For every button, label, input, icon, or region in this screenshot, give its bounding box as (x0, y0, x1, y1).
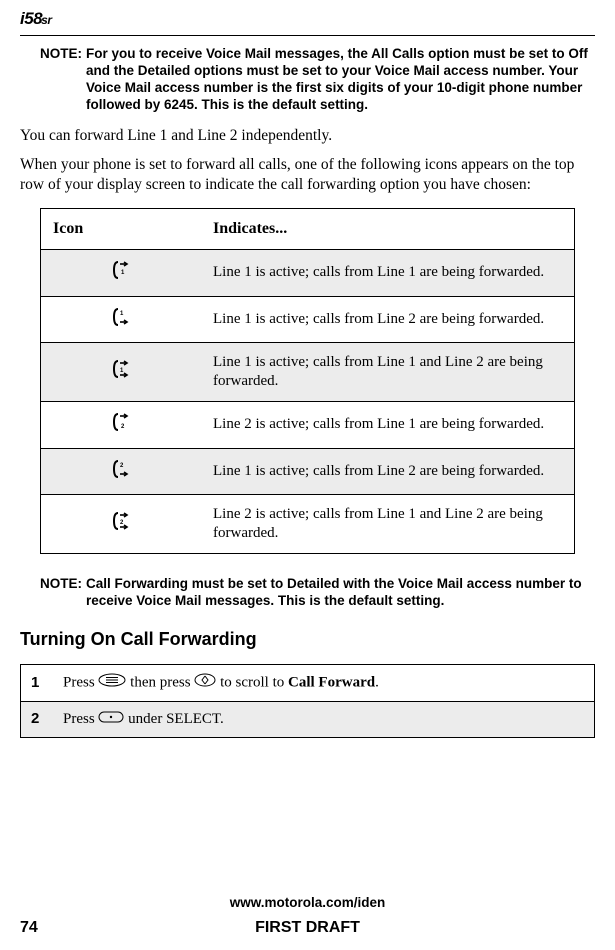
note-block-1: NOTE: For you to receive Voice Mail mess… (40, 46, 595, 114)
table-cell-desc: Line 1 is active; calls from Line 1 are … (201, 249, 574, 296)
note-label: NOTE: (40, 46, 86, 114)
icon-table-header-icon: Icon (41, 209, 201, 250)
footer-url: www.motorola.com/iden (0, 895, 615, 912)
table-cell-desc: Line 2 is active; calls from Line 1 are … (201, 401, 574, 448)
table-row: 1 Line 1 is active; calls from Line 1 an… (41, 343, 574, 402)
step-number: 1 (21, 665, 53, 701)
model-prefix: i58 (20, 9, 42, 28)
step-number: 2 (21, 701, 53, 736)
table-cell-desc: Line 1 is active; calls from Line 1 and … (201, 343, 574, 402)
svg-text:2: 2 (120, 520, 124, 526)
page-number: 74 (20, 918, 38, 938)
forward-icon: 2 (41, 448, 201, 495)
table-cell-desc: Line 1 is active; calls from Line 2 are … (201, 448, 574, 495)
draft-label: FIRST DRAFT (255, 918, 360, 938)
table-row: 2 Line 1 is active; calls from Line 2 ar… (41, 448, 574, 495)
svg-text:1: 1 (120, 311, 124, 317)
svg-text:2: 2 (121, 424, 125, 430)
model-label: i58sr (20, 8, 51, 29)
note-text: For you to receive Voice Mail messages, … (86, 46, 595, 114)
page-header: i58sr (20, 8, 595, 33)
note-text: Call Forwarding must be set to Detailed … (86, 576, 595, 610)
forward-icon: 1 (41, 343, 201, 402)
paragraph-2: When your phone is set to forward all ca… (20, 155, 595, 194)
table-row: 1 Line 1 is active; calls from Line 2 ar… (41, 296, 574, 343)
table-cell-desc: Line 1 is active; calls from Line 2 are … (201, 296, 574, 343)
table-row: 1 Press then press to scroll to Call For… (21, 665, 594, 701)
icon-table: Icon Indicates... 1 Line 1 is active; ca… (40, 208, 575, 554)
table-row: 1 Line 1 is active; calls from Line 1 ar… (41, 249, 574, 296)
note-label: NOTE: (40, 576, 86, 610)
svg-text:1: 1 (120, 368, 124, 374)
menu-button-icon (98, 673, 126, 693)
svg-text:1: 1 (121, 270, 125, 276)
icon-table-header-indicates: Indicates... (201, 209, 574, 250)
section-heading: Turning On Call Forwarding (20, 628, 595, 651)
forward-icon: 1 (41, 296, 201, 343)
forward-icon: 1 (41, 249, 201, 296)
paragraph-1: You can forward Line 1 and Line 2 indepe… (20, 126, 595, 145)
forward-icon: 2 (41, 401, 201, 448)
header-rule (20, 35, 595, 36)
table-cell-desc: Line 2 is active; calls from Line 1 and … (201, 495, 574, 553)
forward-icon: 2 (41, 495, 201, 553)
page-footer: www.motorola.com/iden 74 FIRST DRAFT 74 (0, 895, 615, 938)
table-row: 2 Press under SELECT. (21, 701, 594, 736)
table-row: 2 Line 2 is active; calls from Line 1 ar… (41, 401, 574, 448)
svg-text:2: 2 (120, 463, 124, 469)
step-text: Press under SELECT. (53, 701, 594, 736)
call-forward-label: Call Forward (288, 674, 375, 690)
step-text: Press then press to scroll to Call Forwa… (53, 665, 594, 701)
table-row: 2 Line 2 is active; calls from Line 1 an… (41, 495, 574, 553)
note-block-2: NOTE: Call Forwarding must be set to Det… (40, 576, 595, 610)
nav-button-icon (194, 673, 216, 693)
model-suffix: sr (41, 13, 51, 27)
steps-table: 1 Press then press to scroll to Call For… (20, 664, 595, 738)
softkey-button-icon (98, 710, 124, 729)
